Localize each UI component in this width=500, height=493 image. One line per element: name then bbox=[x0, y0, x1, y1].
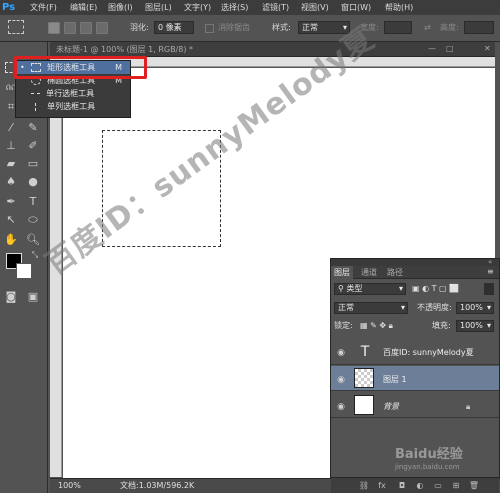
eyedropper-icon[interactable]: ⁄ bbox=[4, 121, 18, 135]
layer-filter-select[interactable]: ⚲ 类型 ▾ bbox=[334, 283, 406, 295]
visibility-eye-icon[interactable]: ◉ bbox=[336, 348, 346, 358]
intersect-selection-icon[interactable] bbox=[96, 22, 108, 34]
dodge-icon[interactable]: ● bbox=[26, 175, 40, 189]
menu-select[interactable]: 选择(S) bbox=[221, 1, 248, 14]
eraser-icon[interactable]: ▰ bbox=[4, 157, 18, 171]
new-group-icon[interactable]: ▭ bbox=[432, 480, 444, 491]
zoom-level[interactable]: 100% bbox=[58, 480, 81, 491]
fill-value: 100% bbox=[460, 321, 483, 330]
close-icon[interactable]: ✕ bbox=[484, 44, 494, 54]
antialias-label: 消除锯齿 bbox=[218, 23, 250, 32]
flyout-item-label: 单行选框工具 bbox=[46, 89, 95, 98]
photoshop-logo: Ps bbox=[2, 2, 16, 13]
column-marquee-icon bbox=[34, 102, 37, 111]
menu-filter[interactable]: 滤镜(T) bbox=[262, 1, 289, 14]
panel-tab-strip bbox=[331, 266, 499, 279]
document-info[interactable]: 文档:1.03M/596.2K bbox=[120, 480, 194, 491]
fill-label: 填充: bbox=[432, 321, 451, 330]
layer-filter-value: 类型 bbox=[346, 284, 363, 293]
panel-header bbox=[331, 259, 499, 266]
layer-name[interactable]: 图层 1 bbox=[383, 374, 407, 386]
add-selection-icon[interactable] bbox=[64, 22, 76, 34]
fill-input[interactable]: 100% ▾ bbox=[456, 320, 494, 332]
tab-paths[interactable]: 路径 bbox=[384, 266, 406, 279]
visibility-eye-icon[interactable]: ◉ bbox=[336, 375, 346, 385]
zoom-icon[interactable]: 🔍︎ bbox=[26, 233, 40, 247]
feather-input[interactable]: 0 像素 bbox=[154, 21, 194, 34]
maximize-icon[interactable]: □ bbox=[446, 44, 456, 54]
screen-mode-icon[interactable]: ▣ bbox=[26, 290, 40, 304]
link-layers-icon[interactable]: ⛓ bbox=[358, 480, 370, 491]
marquee-preset-icon[interactable] bbox=[8, 20, 24, 34]
stamp-icon[interactable]: ⊥ bbox=[4, 139, 18, 153]
collapse-panel-icon[interactable]: « bbox=[488, 258, 498, 266]
document-title: 未标题-1 @ 100% (图层 1, RGB/8) * bbox=[56, 45, 194, 54]
add-mask-icon[interactable]: ◘ bbox=[396, 480, 408, 491]
layer-thumbnail bbox=[354, 368, 374, 388]
tab-channels[interactable]: 通道 bbox=[358, 266, 380, 279]
type-tool-icon[interactable]: T bbox=[26, 195, 40, 209]
shape-icon[interactable]: ⬭ bbox=[26, 213, 40, 227]
layer-thumbnail bbox=[354, 395, 374, 415]
text-layer-icon: T bbox=[360, 344, 370, 360]
flyout-item-column-marquee[interactable]: 单列选框工具 bbox=[16, 100, 130, 113]
baidu-logo-text: Baidu经验 bbox=[395, 447, 463, 462]
menu-window[interactable]: 窗口(W) bbox=[341, 1, 371, 14]
antialias-checkbox[interactable] bbox=[205, 24, 214, 33]
blend-mode-select[interactable]: 正常 ▾ bbox=[334, 302, 408, 314]
menu-view[interactable]: 视图(V) bbox=[301, 1, 329, 14]
adjustment-layer-icon[interactable]: ◐ bbox=[414, 480, 426, 491]
new-selection-icon[interactable] bbox=[48, 22, 60, 34]
fx-icon[interactable]: fx bbox=[376, 480, 388, 491]
menu-layer[interactable]: 图层(L) bbox=[145, 1, 172, 14]
style-label: 样式: bbox=[272, 23, 291, 32]
feather-label: 羽化: bbox=[130, 23, 149, 32]
flyout-item-row-marquee[interactable]: 单行选框工具 bbox=[16, 87, 130, 100]
layer-name[interactable]: 百度ID: sunnyMelody夏 bbox=[383, 347, 474, 359]
swap-icon[interactable]: ⇄ bbox=[424, 22, 431, 34]
menu-file[interactable]: 文件(F) bbox=[30, 1, 57, 14]
history-brush-icon[interactable]: ✐ bbox=[26, 139, 40, 153]
background-color-swatch[interactable] bbox=[16, 263, 32, 279]
delete-layer-icon[interactable]: 🗑︎ bbox=[468, 480, 480, 491]
subtract-selection-icon[interactable] bbox=[80, 22, 92, 34]
filter-icons[interactable]: ▣ ◐ T ▢ ⬜ bbox=[412, 283, 459, 295]
flyout-item-label: 单列选框工具 bbox=[47, 102, 96, 111]
blur-icon[interactable]: ♠ bbox=[4, 175, 18, 189]
new-layer-icon[interactable]: ⊞ bbox=[450, 480, 462, 491]
lock-label: 锁定: bbox=[334, 321, 353, 330]
opacity-input[interactable]: 100% ▾ bbox=[456, 302, 494, 314]
visibility-eye-icon[interactable]: ◉ bbox=[336, 402, 346, 412]
filter-toggle[interactable] bbox=[484, 283, 494, 295]
panel-menu-icon[interactable]: ≡ bbox=[487, 266, 497, 278]
menu-edit[interactable]: 编辑(E) bbox=[70, 1, 97, 14]
path-select-icon[interactable]: ↖ bbox=[4, 213, 18, 227]
lock-icon: 🔒︎ bbox=[466, 402, 471, 411]
height-input[interactable] bbox=[464, 21, 494, 34]
hand-icon[interactable]: ✋ bbox=[4, 233, 18, 247]
height-label: 高度: bbox=[440, 23, 459, 32]
row-marquee-icon bbox=[30, 92, 40, 95]
tab-layers[interactable]: 图层 bbox=[331, 266, 353, 279]
minimize-icon[interactable]: — bbox=[428, 44, 438, 54]
quick-mask-icon[interactable]: ◙ bbox=[4, 290, 18, 304]
highlight-annotation bbox=[14, 56, 147, 79]
opacity-label: 不透明度: bbox=[417, 303, 452, 312]
style-select-value: 正常 bbox=[302, 23, 318, 32]
lock-icons[interactable]: ▦ ✎ ✥ 🔒︎ bbox=[360, 320, 393, 332]
baidu-url: jingyan.baidu.com bbox=[395, 463, 460, 471]
layer-name[interactable]: 背景 bbox=[383, 401, 399, 413]
menu-image[interactable]: 图像(I) bbox=[108, 1, 133, 14]
baidu-jingyan-watermark: Baidu经验 jingyan.baidu.com bbox=[395, 447, 495, 477]
blend-mode-value: 正常 bbox=[338, 303, 354, 312]
menu-type[interactable]: 文字(Y) bbox=[184, 1, 211, 14]
opacity-value: 100% bbox=[460, 303, 483, 312]
gradient-icon[interactable]: ▭ bbox=[26, 157, 40, 171]
style-select[interactable]: 正常 ▾ bbox=[298, 21, 350, 34]
brush-icon[interactable]: ✎ bbox=[26, 121, 40, 135]
pen-icon[interactable]: ✒ bbox=[4, 195, 18, 209]
